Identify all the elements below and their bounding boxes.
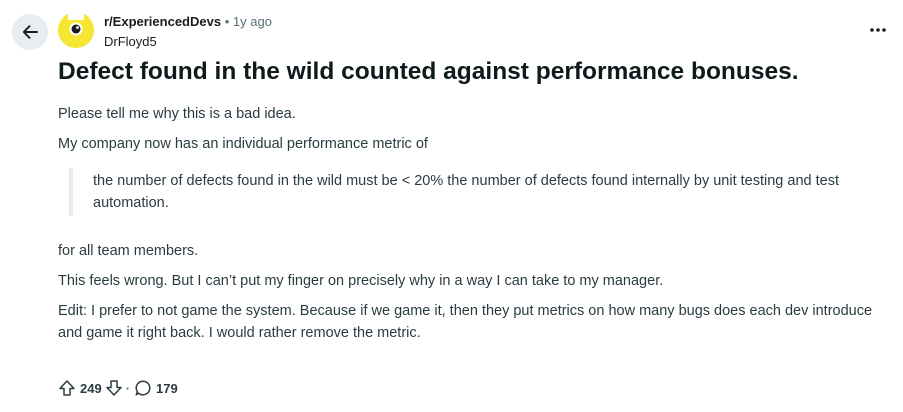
post-page: r/ExperiencedDevs • 1y ago DrFloyd5 Defe… [0, 0, 903, 412]
subreddit-logo-icon [58, 12, 94, 48]
more-options-button[interactable] [867, 22, 889, 38]
upvote-arrow-icon [59, 380, 75, 396]
comment-bubble-icon [135, 380, 151, 396]
body-paragraph: My company now has an individual perform… [58, 136, 428, 152]
comment-count[interactable]: 179 [156, 381, 178, 396]
post-body: Please tell me why this is a bad idea. M… [58, 103, 878, 352]
post-meta: r/ExperiencedDevs • 1y ago DrFloyd5 [104, 13, 272, 51]
body-paragraph: This feels wrong. But I can’t put my fin… [58, 273, 664, 289]
author-link[interactable]: DrFloyd5 [104, 33, 272, 51]
arrow-left-icon [22, 25, 38, 39]
body-blockquote: the number of defects found in the wild … [69, 168, 878, 216]
subreddit-avatar[interactable] [58, 12, 94, 48]
subreddit-link[interactable]: r/ExperiencedDevs [104, 14, 221, 29]
actions-separator: · [125, 380, 131, 396]
vote-score: 249 [80, 380, 102, 396]
blockquote-text: the number of defects found in the wild … [93, 173, 839, 211]
body-paragraph: Edit: I prefer to not game the system. B… [58, 303, 873, 341]
more-horizontal-icon [870, 28, 886, 32]
upvote-button[interactable] [58, 379, 76, 397]
post-actions: 249 · 179 [58, 377, 181, 399]
body-paragraph: Please tell me why this is a bad idea. [58, 106, 296, 122]
post-age: 1y ago [232, 14, 272, 29]
post-title: Defect found in the wild counted against… [58, 58, 799, 85]
body-paragraph: for all team members. [58, 243, 199, 259]
downvote-button[interactable] [105, 379, 123, 397]
meta-separator: • [224, 14, 230, 29]
post-meta-top: r/ExperiencedDevs • 1y ago [104, 13, 272, 31]
back-button[interactable] [12, 14, 48, 50]
comments-button[interactable] [134, 379, 152, 397]
downvote-arrow-icon [105, 380, 122, 396]
